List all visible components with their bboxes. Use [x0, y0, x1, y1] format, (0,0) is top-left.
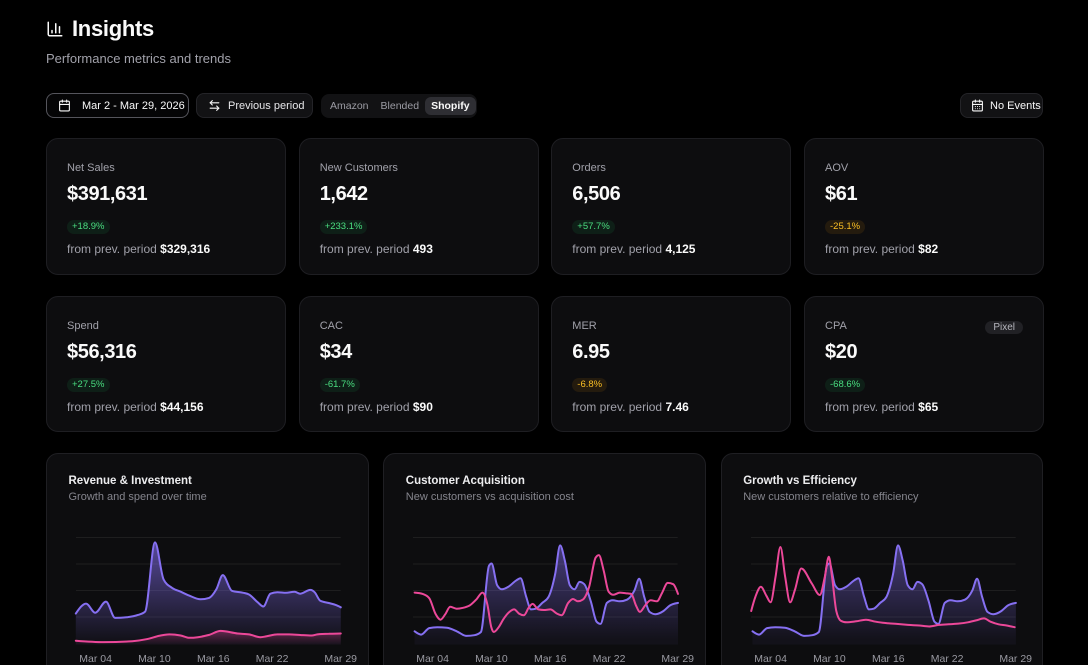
svg-text:Mar 22: Mar 22: [593, 654, 626, 665]
svg-text:Mar 16: Mar 16: [534, 654, 567, 665]
svg-text:Mar 22: Mar 22: [930, 654, 963, 665]
svg-text:Mar 29: Mar 29: [999, 654, 1032, 665]
svg-text:Mar 29: Mar 29: [662, 654, 695, 665]
svg-text:Mar 10: Mar 10: [813, 654, 846, 665]
svg-text:Mar 16: Mar 16: [872, 654, 905, 665]
svg-text:Mar 22: Mar 22: [256, 654, 289, 665]
svg-text:Mar 10: Mar 10: [138, 654, 171, 665]
svg-text:Mar 29: Mar 29: [324, 654, 357, 665]
svg-text:Mar 04: Mar 04: [754, 654, 787, 665]
svg-text:Mar 16: Mar 16: [197, 654, 230, 665]
svg-text:Mar 04: Mar 04: [417, 654, 450, 665]
svg-text:Mar 10: Mar 10: [475, 654, 508, 665]
svg-text:Mar 04: Mar 04: [79, 654, 112, 665]
